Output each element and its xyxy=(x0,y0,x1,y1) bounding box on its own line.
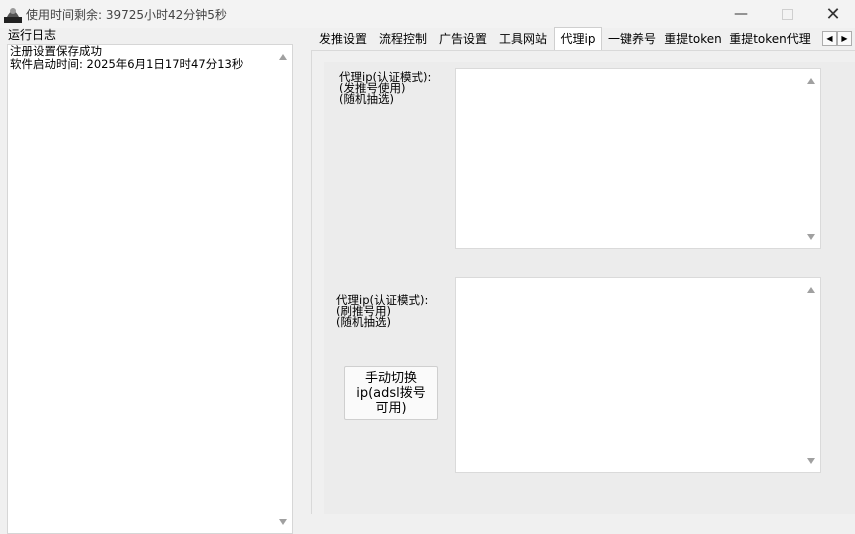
tab-proxy-ip[interactable]: 代理ip xyxy=(554,27,602,51)
maximize-icon xyxy=(781,8,793,20)
scroll-down-icon[interactable] xyxy=(279,519,287,525)
close-button[interactable]: ✕ xyxy=(810,0,855,28)
log-textbox[interactable]: 注册设置保存成功 软件启动时间: 2025年6月1日17时47分13秒 xyxy=(7,44,293,534)
brush-proxy-textarea[interactable] xyxy=(455,277,821,473)
switch-ip-button-label: 手动切换 xyxy=(364,371,417,386)
tab-scroll-right-icon[interactable]: ▶ xyxy=(837,31,852,46)
switch-ip-button-label: 可用) xyxy=(375,401,407,416)
tab-tool-sites[interactable]: 工具网站 xyxy=(494,28,552,50)
brush-proxy-label: 代理ip(认证模式): (刷推号用) (随机抽选) xyxy=(336,294,428,329)
post-proxy-textarea[interactable] xyxy=(455,68,821,249)
log-group: 运行日志 注册设置保存成功 软件启动时间: 2025年6月1日17时47分13秒 xyxy=(0,28,302,534)
window-title: 使用时间剩余: 39725小时42分钟5秒 xyxy=(26,8,227,22)
tab-post-settings[interactable]: 发推设置 xyxy=(314,28,372,50)
title-bar: 使用时间剩余: 39725小时42分钟5秒 — ✕ xyxy=(0,0,855,28)
tab-refetch-token[interactable]: 重提token xyxy=(662,28,724,50)
maximize-button xyxy=(764,0,810,28)
post-proxy-scrollbar[interactable] xyxy=(803,69,820,248)
log-line: 软件启动时间: 2025年6月1日17时47分13秒 xyxy=(10,57,244,71)
scroll-down-icon[interactable] xyxy=(807,458,815,464)
log-group-title: 运行日志 xyxy=(8,28,57,42)
log-scrollbar[interactable] xyxy=(275,45,292,533)
switch-ip-button-label: ip(adsl拨号 xyxy=(356,386,426,401)
switch-ip-button[interactable]: 手动切换 ip(adsl拨号 可用) xyxy=(344,366,438,420)
brush-proxy-scrollbar[interactable] xyxy=(803,278,820,472)
post-proxy-label-line: (随机抽选) xyxy=(339,92,394,106)
tab-ad-settings[interactable]: 广告设置 xyxy=(434,28,492,50)
minimize-icon: — xyxy=(734,6,748,22)
minimize-button[interactable]: — xyxy=(718,0,764,28)
tab-one-click-nurture[interactable]: 一键养号 xyxy=(604,28,660,50)
close-icon: ✕ xyxy=(825,3,841,25)
app-logo-icon xyxy=(4,8,22,23)
brush-proxy-label-line: (随机抽选) xyxy=(336,315,391,329)
tab-scroll-buttons: ◀ ▶ xyxy=(822,31,852,46)
scroll-down-icon[interactable] xyxy=(807,234,815,240)
scroll-up-icon[interactable] xyxy=(279,54,287,60)
tab-flow-control[interactable]: 流程控制 xyxy=(374,28,432,50)
tab-scroll-left-icon[interactable]: ◀ xyxy=(822,31,837,46)
tab-refetch-token-proxy[interactable]: 重提token代理 xyxy=(727,28,813,50)
post-proxy-label: 代理ip(认证模式): (发推号使用) (随机抽选) xyxy=(339,71,431,106)
scroll-up-icon[interactable] xyxy=(807,78,815,84)
scroll-up-icon[interactable] xyxy=(807,287,815,293)
